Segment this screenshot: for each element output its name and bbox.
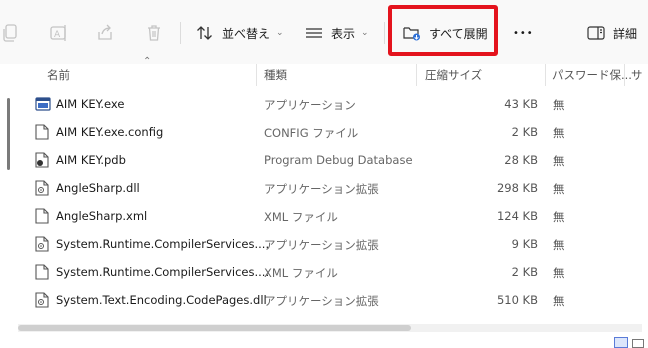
details-pane-icon — [587, 26, 605, 40]
column-name[interactable]: 名前 — [47, 66, 70, 84]
column-compressed-size[interactable]: 圧縮サイズ — [425, 66, 482, 84]
file-password: 無 — [553, 98, 565, 112]
pdb-icon — [35, 152, 51, 168]
exe-icon — [35, 96, 51, 112]
file-name: AngleSharp.dll — [56, 181, 140, 195]
share-icon[interactable] — [94, 22, 116, 44]
file-icon — [35, 124, 51, 140]
column-size[interactable]: サ — [631, 66, 643, 84]
file-name: System.Runtime.CompilerServices.... — [56, 237, 270, 251]
copy-icon[interactable] — [0, 22, 22, 44]
tiles-view-icon[interactable] — [632, 339, 644, 348]
file-compressed-size: 2 KB — [511, 265, 538, 279]
file-password: 無 — [553, 154, 565, 168]
file-compressed-size: 9 KB — [511, 237, 538, 251]
file-row[interactable]: AngleSharp.dll アプリケーション拡張 298 KB 無 — [0, 174, 648, 202]
file-password: 無 — [553, 126, 565, 140]
toolbar-divider — [384, 22, 385, 44]
column-divider[interactable] — [416, 64, 417, 86]
dll-icon — [35, 180, 51, 196]
file-row[interactable]: AIM KEY.exe アプリケーション 43 KB 無 — [0, 90, 648, 118]
more-options-button[interactable]: ••• — [513, 19, 534, 47]
file-icon — [35, 264, 51, 280]
file-compressed-size: 510 KB — [496, 293, 538, 307]
chevron-down-icon: ⌄ — [361, 28, 369, 38]
details-label: 詳細 — [613, 26, 638, 41]
column-divider[interactable] — [256, 64, 257, 86]
file-password: 無 — [553, 266, 565, 280]
file-name: System.Text.Encoding.CodePages.dll — [56, 293, 267, 307]
rename-icon[interactable]: A — [48, 22, 70, 44]
command-bar: A 並べ替え ⌄ 表示 ⌄ すべて展開 ••• 詳細 — [0, 0, 648, 64]
view-lines-icon — [306, 28, 322, 38]
column-divider[interactable] — [545, 64, 546, 86]
file-type: アプリケーション拡張 — [264, 294, 379, 308]
file-type: Program Debug Database — [264, 153, 413, 167]
file-name: AIM KEY.pdb — [56, 153, 126, 167]
view-label: 表示 — [331, 26, 356, 41]
file-type: アプリケーション拡張 — [264, 182, 379, 196]
column-password[interactable]: パスワード保... — [552, 66, 632, 84]
file-password: 無 — [553, 182, 565, 196]
file-compressed-size: 298 KB — [496, 181, 538, 195]
file-password: 無 — [553, 210, 565, 224]
file-row[interactable]: AIM KEY.pdb Program Debug Database 28 KB 無 — [0, 146, 648, 174]
file-compressed-size: 43 KB — [504, 97, 538, 111]
file-row[interactable]: System.Runtime.CompilerServices.... アプリケー… — [0, 230, 648, 258]
file-password: 無 — [553, 238, 565, 252]
file-compressed-size: 124 KB — [496, 209, 538, 223]
file-row[interactable]: AIM KEY.exe.config CONFIG ファイル 2 KB 無 — [0, 118, 648, 146]
column-divider[interactable] — [624, 64, 625, 86]
view-button[interactable]: 表示 ⌄ — [305, 19, 369, 47]
sort-icon — [197, 26, 212, 40]
file-type: アプリケーション拡張 — [264, 238, 379, 252]
column-header: 名前 種類 圧縮サイズ パスワード保... サ — [0, 64, 648, 86]
file-compressed-size: 28 KB — [504, 153, 538, 167]
file-icon — [35, 208, 51, 224]
sort-label: 並べ替え — [222, 26, 271, 41]
column-type[interactable]: 種類 — [264, 66, 287, 84]
details-view-icon[interactable] — [614, 337, 628, 348]
file-password: 無 — [553, 294, 565, 308]
chevron-down-icon: ⌄ — [276, 28, 284, 38]
file-type: アプリケーション — [264, 98, 356, 112]
file-name: AngleSharp.xml — [56, 209, 148, 223]
file-row[interactable]: System.Text.Encoding.CodePages.dll アプリケーシ… — [0, 286, 648, 314]
file-row[interactable]: System.Runtime.CompilerServices.... XML フ… — [0, 258, 648, 286]
delete-icon[interactable] — [143, 22, 165, 44]
horizontal-scrollbar-thumb[interactable] — [18, 325, 411, 331]
file-row[interactable]: AngleSharp.xml XML ファイル 124 KB 無 — [0, 202, 648, 230]
sort-button[interactable]: 並べ替え ⌄ — [196, 19, 284, 47]
file-type: XML ファイル — [264, 266, 338, 280]
file-name: AIM KEY.exe.config — [56, 125, 164, 139]
file-name: AIM KEY.exe — [56, 97, 125, 111]
file-type: XML ファイル — [264, 210, 338, 224]
file-name: System.Runtime.CompilerServices.... — [56, 265, 270, 279]
toolbar-divider — [180, 22, 181, 44]
file-compressed-size: 2 KB — [511, 125, 538, 139]
highlight-box — [388, 5, 498, 56]
dll-icon — [35, 236, 51, 252]
svg-text:A: A — [54, 30, 61, 40]
dll-icon — [35, 292, 51, 308]
status-bar — [0, 334, 648, 348]
file-type: CONFIG ファイル — [264, 126, 359, 140]
details-pane-button[interactable]: 詳細 — [587, 19, 637, 47]
file-list: AIM KEY.exe アプリケーション 43 KB 無 AIM KEY.exe.con… — [0, 90, 648, 314]
more-icon: ••• — [513, 27, 534, 39]
